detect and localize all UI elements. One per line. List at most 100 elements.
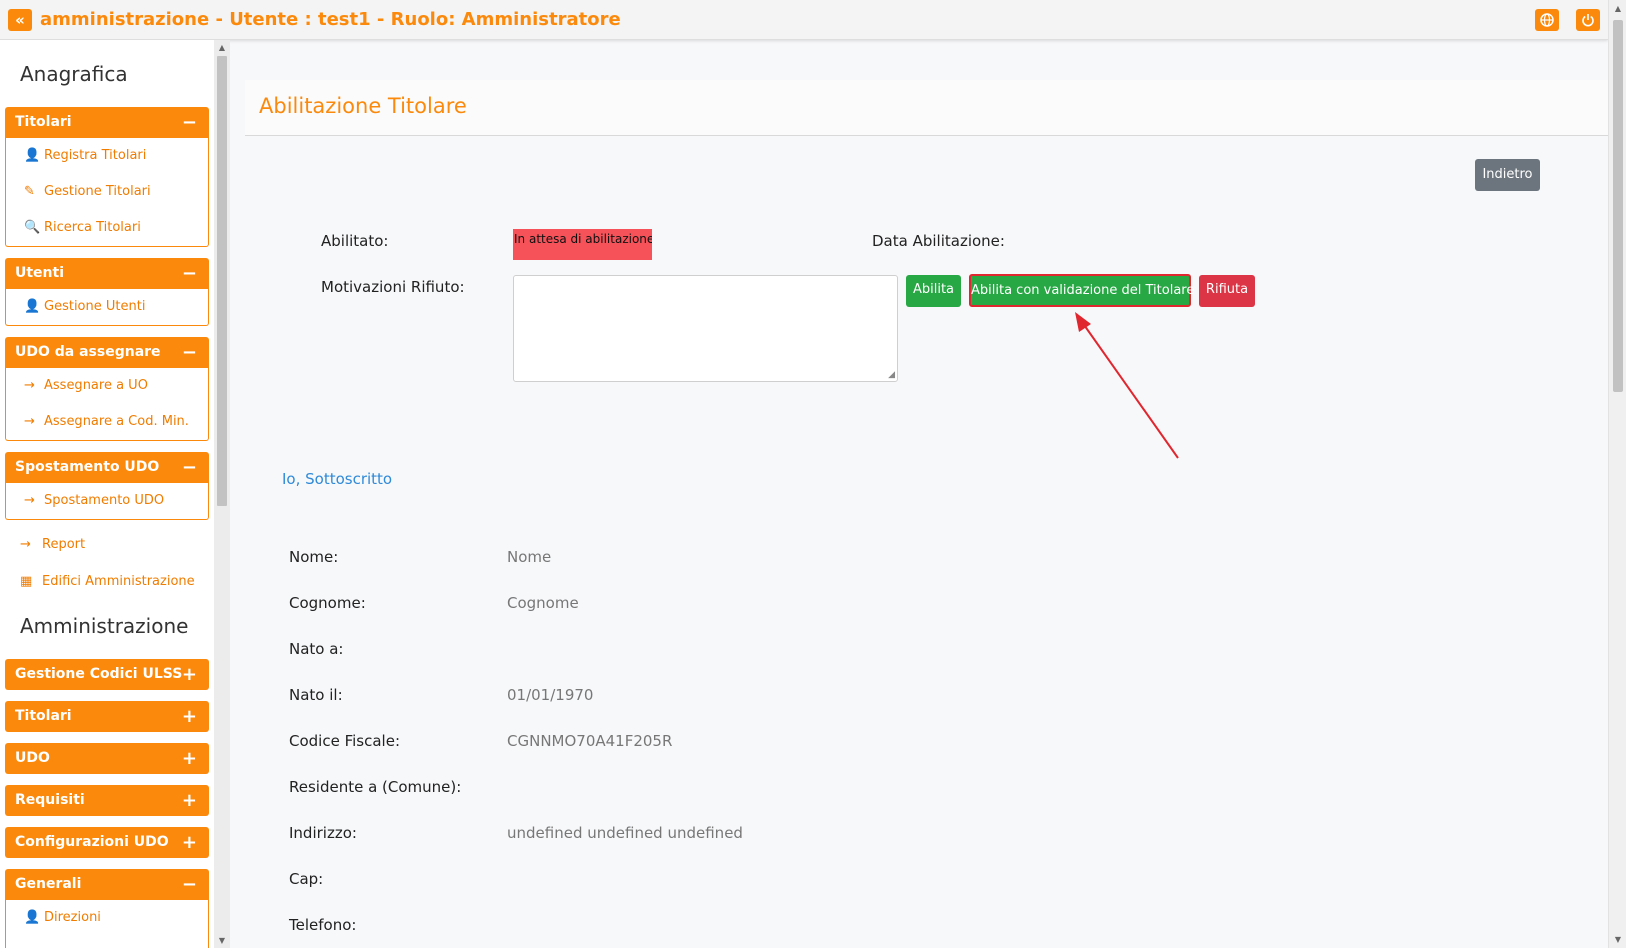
- top-bar: « amministrazione - Utente : test1 - Ruo…: [0, 0, 1608, 40]
- sidebar-item-label: Report: [42, 537, 86, 552]
- resize-grip-icon[interactable]: ◢: [888, 370, 895, 380]
- minus-icon: −: [181, 112, 197, 133]
- menu-group-udo[interactable]: UDO +: [5, 743, 209, 774]
- minus-icon: −: [181, 263, 197, 284]
- logout-button[interactable]: [1576, 9, 1600, 31]
- sidebar-item-edifici[interactable]: ▦ Edifici Amministrazione: [20, 574, 195, 589]
- scrollbar-thumb[interactable]: [1613, 20, 1623, 392]
- scroll-up-icon[interactable]: ▲: [1609, 4, 1626, 13]
- plus-icon: +: [181, 832, 197, 853]
- sidebar-item-assegnare-uo[interactable]: → Assegnare a UO: [6, 368, 208, 404]
- page-scrollbar[interactable]: ▲ ▼: [1608, 0, 1626, 948]
- menu-group-label: Titolari: [15, 708, 72, 724]
- sidebar-item-spostamento-udo[interactable]: → Spostamento UDO: [6, 483, 208, 519]
- field-label: Nato il:: [289, 686, 343, 704]
- field-label: Cognome:: [289, 594, 366, 612]
- motivazioni-rifiuto-textarea[interactable]: ◢: [513, 275, 898, 382]
- menu-group-body: 👤 Direzioni: [5, 900, 209, 948]
- minus-icon: −: [181, 342, 197, 363]
- scroll-up-icon[interactable]: ▲: [214, 43, 230, 52]
- plus-icon: +: [181, 664, 197, 685]
- search-icon: 🔍: [24, 220, 41, 235]
- sidebar-item-label: Gestione Titolari: [44, 184, 151, 199]
- page-title: Abilitazione Titolare: [259, 94, 467, 118]
- menu-group-utenti[interactable]: Utenti −: [5, 258, 209, 289]
- menu-group-label: Spostamento UDO: [15, 459, 160, 475]
- abilita-button[interactable]: Abilita: [906, 275, 961, 307]
- menu-group-label: Utenti: [15, 265, 65, 281]
- sidebar-item-label: Edifici Amministrazione: [42, 574, 195, 589]
- menu-group-label: UDO da assegnare: [15, 344, 161, 360]
- sidebar-item-label: Spostamento UDO: [44, 493, 165, 508]
- scroll-down-icon[interactable]: ▼: [214, 936, 230, 945]
- abilitato-label: Abilitato:: [321, 232, 389, 250]
- menu-group-titolari[interactable]: Titolari −: [5, 107, 209, 138]
- menu-group-label: Titolari: [15, 114, 72, 130]
- menu-group-body: 👤 Registra Titolari ✎ Gestione Titolari 🔍 R…: [5, 138, 209, 247]
- menu-group-configurazioni-udo[interactable]: Configurazioni UDO +: [5, 827, 209, 858]
- menu-group-titolari-admin[interactable]: Titolari +: [5, 701, 209, 732]
- menu-group-requisiti[interactable]: Requisiti +: [5, 785, 209, 816]
- rifiuta-button[interactable]: Rifiuta: [1199, 275, 1255, 307]
- annotation-arrow: [1075, 312, 1179, 459]
- menu-group-body: → Assegnare a UO → Assegnare a Cod. Min.: [5, 368, 209, 441]
- sidebar-item-gestione-titolari[interactable]: ✎ Gestione Titolari: [6, 174, 208, 210]
- abilita-con-validazione-button[interactable]: Abilita con validazione del Titolare: [969, 274, 1194, 307]
- field-label: Codice Fiscale:: [289, 732, 400, 750]
- sidebar-item-label: Assegnare a Cod. Min.: [44, 414, 189, 429]
- menu-group-label: Requisiti: [15, 792, 85, 808]
- arrow-right-icon: →: [24, 493, 35, 508]
- minus-icon: −: [181, 874, 197, 895]
- back-button[interactable]: Indietro: [1475, 159, 1540, 191]
- sidebar-scrollbar[interactable]: ▲ ▼: [214, 40, 230, 948]
- menu-group-label: Generali: [15, 876, 82, 892]
- field-value: Cognome: [507, 594, 579, 612]
- arrow-right-icon: →: [24, 378, 35, 393]
- field-value: 01/01/1970: [507, 686, 594, 704]
- scrollbar-thumb[interactable]: [217, 56, 227, 506]
- menu-group-generali[interactable]: Generali −: [5, 869, 209, 900]
- plus-icon: +: [181, 790, 197, 811]
- menu-group-label: Gestione Codici ULSS: [15, 666, 183, 682]
- section-title-amministrazione: Amministrazione: [20, 614, 189, 638]
- field-label: Indirizzo:: [289, 824, 357, 842]
- sidebar-item-gestione-utenti[interactable]: 👤 Gestione Utenti: [6, 289, 208, 325]
- menu-group-body: 👤 Gestione Utenti: [5, 289, 209, 326]
- sidebar-item-report[interactable]: → Report: [20, 537, 85, 552]
- field-value: Nome: [507, 548, 552, 566]
- minus-icon: −: [181, 457, 197, 478]
- field-label: Residente a (Comune):: [289, 778, 462, 796]
- user-edit-icon: 👤: [24, 299, 41, 314]
- arrow-right-icon: →: [24, 414, 35, 429]
- menu-group-spostamento-udo[interactable]: Spostamento UDO −: [5, 452, 209, 483]
- motivazioni-label: Motivazioni Rifiuto:: [321, 278, 465, 296]
- menu-group-gestione-codici-ulss[interactable]: Gestione Codici ULSS +: [5, 659, 209, 690]
- sidebar-item-registra-titolari[interactable]: 👤 Registra Titolari: [6, 138, 208, 174]
- building-icon: ▦: [20, 574, 33, 589]
- sidebar-item-direzioni[interactable]: 👤 Direzioni: [6, 900, 208, 936]
- menu-group-body: → Spostamento UDO: [5, 483, 209, 520]
- language-button[interactable]: [1535, 9, 1559, 31]
- field-value: CGNNMO70A41F205R: [507, 732, 673, 750]
- scroll-down-icon[interactable]: ▼: [1609, 935, 1626, 944]
- field-label: Nome:: [289, 548, 339, 566]
- menu-group-udo-da-assegnare[interactable]: UDO da assegnare −: [5, 337, 209, 368]
- sidebar-item-label: Registra Titolari: [44, 148, 147, 163]
- menu-group-label: UDO: [15, 750, 50, 766]
- sottoscritto-link[interactable]: Io, Sottoscritto: [282, 470, 392, 488]
- globe-icon: [1540, 13, 1554, 27]
- page-header: Abilitazione Titolare: [245, 80, 1608, 136]
- plus-icon: +: [181, 748, 197, 769]
- field-value: undefined undefined undefined: [507, 824, 743, 842]
- sidebar-item-label: Assegnare a UO: [44, 378, 148, 393]
- app-title: amministrazione - Utente : test1 - Ruolo…: [40, 9, 621, 30]
- user-edit-icon: 👤: [24, 910, 41, 925]
- sidebar-item-assegnare-cod-min[interactable]: → Assegnare a Cod. Min.: [6, 404, 208, 440]
- sidebar-item-ricerca-titolari[interactable]: 🔍 Ricerca Titolari: [6, 210, 208, 246]
- field-label: Cap:: [289, 870, 324, 888]
- data-abilitazione-label: Data Abilitazione:: [872, 232, 1005, 250]
- arrow-right-icon: →: [20, 537, 31, 552]
- double-chevron-left-icon: «: [15, 11, 25, 29]
- collapse-sidebar-button[interactable]: «: [8, 9, 32, 31]
- menu-group-label: Configurazioni UDO: [15, 834, 169, 850]
